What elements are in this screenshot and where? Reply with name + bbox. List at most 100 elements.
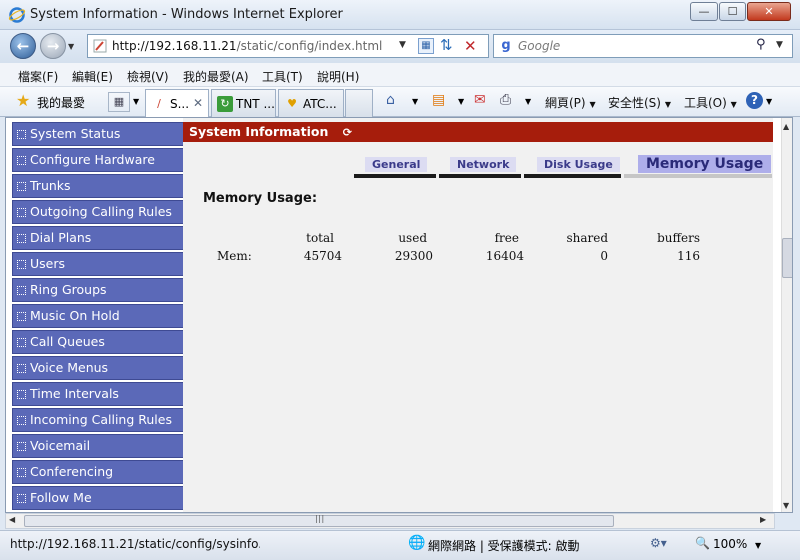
sidebar-item-conferencing[interactable]: Conferencing [12, 460, 184, 484]
search-input[interactable]: Google [518, 39, 560, 53]
tab-label: Memory Usage [638, 155, 772, 173]
status-bar: http://192.168.11.21/static/config/sysin… [0, 530, 800, 560]
mem-total-value: 45704 [303, 249, 342, 263]
address-dropdown-icon[interactable]: ▼ [399, 40, 406, 50]
help-icon[interactable]: ? [746, 92, 763, 109]
horizontal-scrollbar[interactable]: ◀ | | | ▶ [5, 513, 775, 529]
menu-edit[interactable]: 編輯(E) [72, 68, 113, 85]
history-dropdown-icon[interactable]: ▼ [68, 42, 74, 51]
menu-favorites[interactable]: 我的最愛(A) [183, 68, 249, 85]
quick-tabs-icon[interactable]: ▦ [108, 92, 130, 112]
address-url[interactable]: http://192.168.11.21/static/config/index… [112, 39, 382, 53]
safety-menu[interactable]: 安全性(S) ▼ [608, 94, 671, 111]
security-settings-icon[interactable]: ⚙▾ [650, 536, 667, 550]
column-header-buffers: buffers [657, 231, 700, 245]
forward-button[interactable]: → [40, 33, 66, 59]
bullet-icon [17, 208, 26, 217]
bullet-icon [17, 312, 26, 321]
home-dropdown-icon[interactable]: ▼ [412, 97, 418, 106]
sidebar-item-label: Music On Hold [30, 308, 120, 323]
search-box[interactable]: g Google ⚲ ▼ [493, 34, 793, 58]
feeds-dropdown-icon[interactable]: ▼ [458, 97, 464, 106]
security-zone-text[interactable]: 網際網路 | 受保護模式: 啟動 [428, 537, 580, 554]
close-button[interactable]: ✕ [747, 2, 791, 21]
row-label: Mem: [217, 249, 252, 263]
sidebar-item-music-on-hold[interactable]: Music On Hold [12, 304, 184, 328]
scroll-left-icon[interactable]: ◀ [9, 515, 15, 524]
sidebar-item-label: Voice Menus [30, 360, 109, 375]
tab-disk-usage[interactable]: Disk Usage [524, 155, 621, 178]
sidebar-item-time-intervals[interactable]: Time Intervals [12, 382, 184, 406]
sidebar-item-label: Configure Hardware [30, 152, 155, 167]
vertical-scroll-thumb[interactable] [782, 238, 792, 278]
maximize-button[interactable]: ☐ [719, 2, 746, 21]
compatibility-view-icon[interactable]: ▦ [418, 38, 434, 54]
refresh-page-icon: ↻ [217, 96, 233, 112]
window-title: System Information - Windows Internet Ex… [30, 7, 343, 22]
page-menu[interactable]: 網頁(P) ▼ [545, 94, 596, 111]
sidebar-item-ring-groups[interactable]: Ring Groups [12, 278, 184, 302]
stop-icon[interactable]: ✕ [464, 37, 477, 55]
sidebar-item-trunks[interactable]: Trunks [12, 174, 184, 198]
tab-list-dropdown-icon[interactable]: ▼ [133, 97, 139, 106]
tools-menu[interactable]: 工具(O) ▼ [684, 94, 737, 111]
menu-view[interactable]: 檢視(V) [127, 68, 169, 85]
tab-label: General [365, 157, 428, 172]
back-button[interactable]: ← [10, 33, 36, 59]
sidebar-item-users[interactable]: Users [12, 252, 184, 276]
tab-tnt[interactable]: ↻ TNT ... [211, 89, 276, 117]
scroll-down-icon[interactable]: ▼ [783, 501, 789, 510]
refresh-icon[interactable]: ⇅ [440, 36, 453, 54]
scroll-up-icon[interactable]: ▲ [783, 122, 789, 131]
sidebar-item-voicemail[interactable]: Voicemail [12, 434, 184, 458]
sidebar-item-system-status[interactable]: System Status [12, 122, 184, 146]
sidebar-item-follow-me[interactable]: Follow Me [12, 486, 184, 510]
menu-help[interactable]: 說明(H) [317, 68, 359, 85]
menu-file[interactable]: 檔案(F) [18, 68, 58, 85]
zoom-dropdown-icon[interactable]: ▼ [755, 541, 761, 550]
mem-buffers-value: 116 [677, 249, 700, 263]
sidebar-item-voice-menus[interactable]: Voice Menus [12, 356, 184, 380]
favorites-button[interactable]: 我的最愛 [37, 94, 85, 111]
mem-shared-value: 0 [600, 249, 608, 263]
tab-atc[interactable]: ♥ ATC... [278, 89, 344, 117]
column-header-used: used [398, 231, 427, 245]
print-dropdown-icon[interactable]: ▼ [525, 97, 531, 106]
sidebar-item-call-queues[interactable]: Call Queues [12, 330, 184, 354]
favorites-star-icon[interactable]: ★ [16, 91, 30, 110]
column-header-total: total [306, 231, 334, 245]
zoom-icon[interactable]: 🔍 [695, 536, 710, 550]
search-icon[interactable]: ⚲ [756, 37, 766, 52]
home-icon[interactable]: ⌂ [386, 92, 395, 108]
sidebar-item-dial-plans[interactable]: Dial Plans [12, 226, 184, 250]
section-title: Memory Usage: [203, 191, 318, 206]
sidebar-item-label: Dial Plans [30, 230, 92, 245]
search-options-dropdown-icon[interactable]: ▼ [776, 40, 783, 50]
sidebar-item-incoming-calling-rules[interactable]: Incoming Calling Rules [12, 408, 184, 432]
grip-icon: | | | [315, 514, 324, 523]
tab-label: Disk Usage [537, 157, 620, 172]
tab-network[interactable]: Network [439, 155, 521, 178]
minimize-button[interactable]: — [690, 2, 718, 21]
help-dropdown-icon[interactable]: ▼ [766, 97, 772, 106]
feeds-icon[interactable]: ▤ [432, 92, 445, 108]
horizontal-scroll-thumb[interactable]: | | | [24, 514, 614, 527]
print-icon[interactable]: ⎙ [500, 92, 511, 108]
vertical-scrollbar[interactable]: ▲ ▼ [781, 118, 792, 512]
bullet-icon [17, 182, 26, 191]
read-mail-icon[interactable]: ✉ [474, 92, 486, 108]
tab-system-information[interactable]: ∕ S... ✕ [145, 89, 209, 117]
bullet-icon [17, 416, 26, 425]
refresh-icon[interactable]: ⟳ [343, 126, 352, 139]
ie-page-icon [93, 39, 107, 53]
zoom-level[interactable]: 100% [713, 537, 747, 551]
close-tab-icon[interactable]: ✕ [193, 96, 203, 110]
sidebar-item-configure-hardware[interactable]: Configure Hardware [12, 148, 184, 172]
tab-general[interactable]: General [354, 155, 436, 178]
menu-tools[interactable]: 工具(T) [262, 68, 303, 85]
address-bar[interactable]: http://192.168.11.21/static/config/index… [87, 34, 489, 58]
sidebar-item-outgoing-calling-rules[interactable]: Outgoing Calling Rules [12, 200, 184, 224]
scroll-right-icon[interactable]: ▶ [760, 515, 766, 524]
new-tab-button[interactable] [345, 89, 373, 117]
tab-memory-usage[interactable]: Memory Usage [624, 155, 772, 178]
